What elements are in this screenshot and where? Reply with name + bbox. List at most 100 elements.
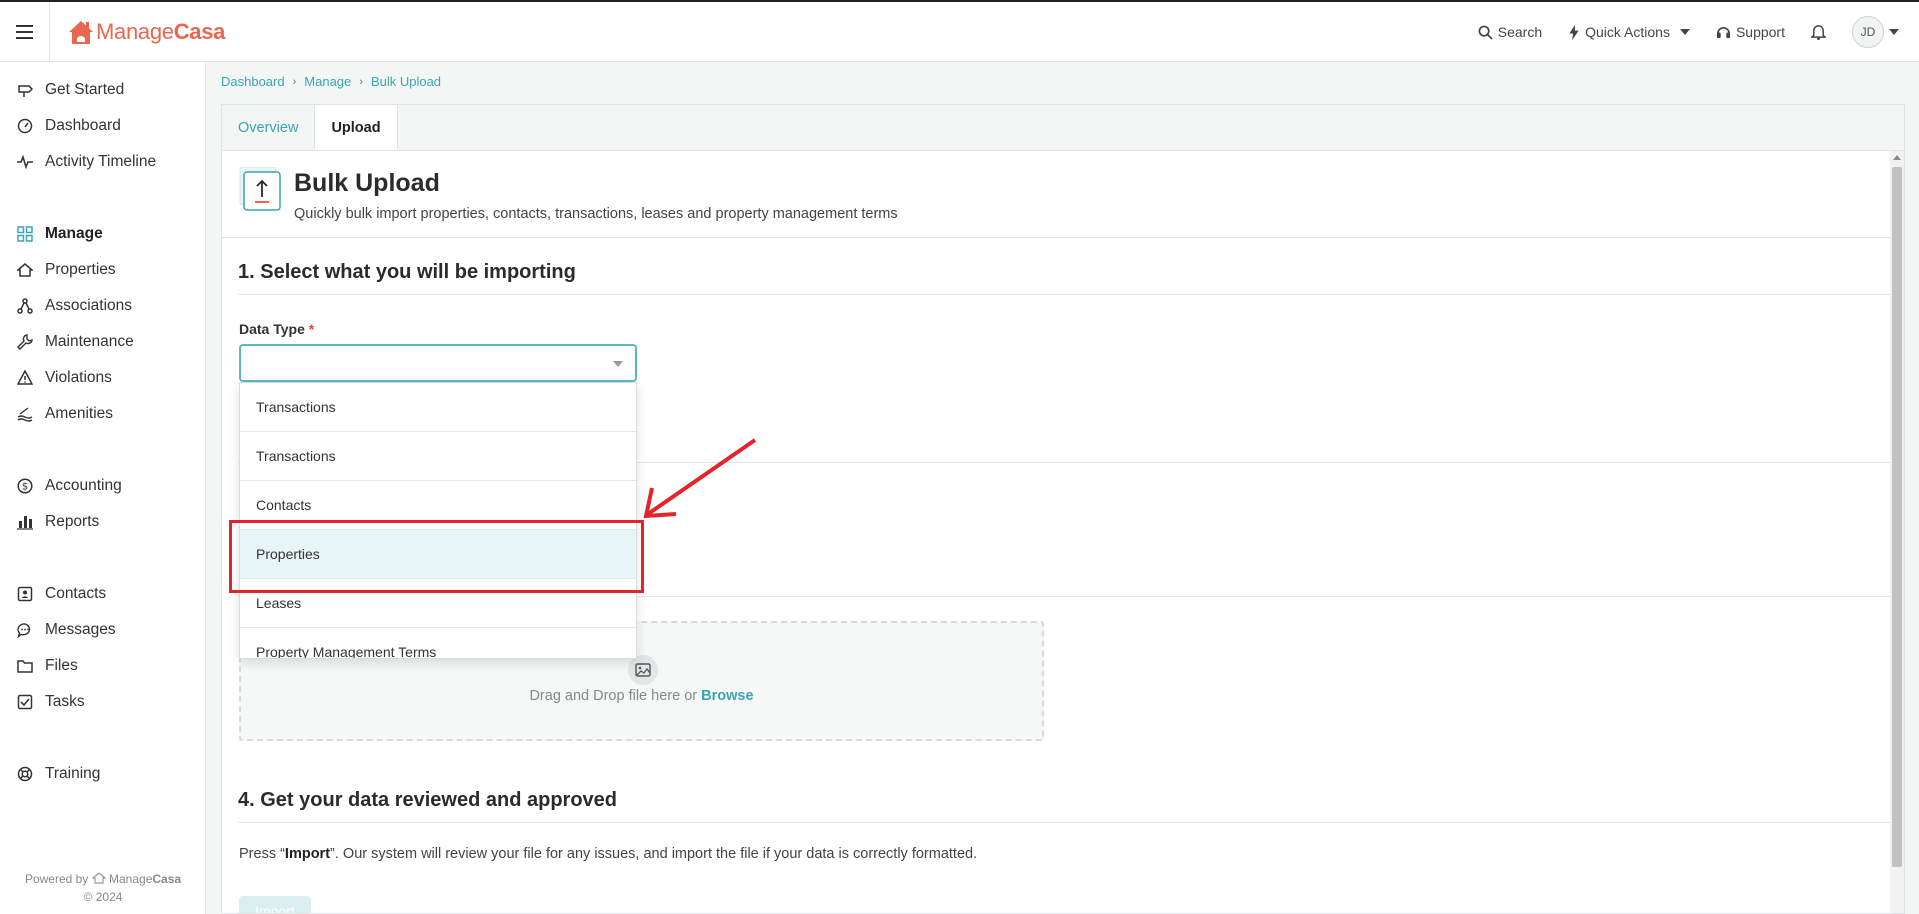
sidebar-item-violations[interactable]: Violations [17,366,112,390]
divider [222,237,1892,238]
avatar: JD [1852,16,1884,48]
svg-text:$: $ [22,482,28,493]
sidebar-item-label: Activity Timeline [45,153,157,170]
breadcrumb-separator: › [359,75,363,88]
sidebar: Get Started Dashboard Activity Timeline … [0,62,206,914]
page-title: Bulk Upload [294,169,440,197]
bell-icon [1811,25,1826,40]
page-subtitle: Quickly bulk import properties, contacts… [294,206,898,222]
house-logo-icon [90,872,107,884]
sidebar-item-label: Contacts [45,585,107,602]
sidebar-item-messages[interactable]: Messages [17,618,116,642]
required-mark: * [308,321,315,337]
powered-by-footer: Powered by ManageCasa © 2024 [0,870,206,906]
sidebar-item-associations[interactable]: Associations [17,294,132,318]
tab-bar: Overview Upload [221,104,1905,151]
pool-icon [17,407,33,422]
grid-icon [17,226,33,242]
option-transactions[interactable]: Transactions [240,432,636,481]
option-transactions[interactable]: Transactions [240,383,636,432]
search-button[interactable]: Search [1478,24,1542,40]
support-button[interactable]: Support [1716,24,1785,40]
menu-toggle-button[interactable] [0,1,50,62]
breadcrumb-separator: › [292,75,297,88]
sidebar-item-maintenance[interactable]: Maintenance [17,330,134,354]
breadcrumb-bulk-upload[interactable]: Bulk Upload [371,74,441,89]
upload-icon [238,166,281,211]
network-icon [17,298,33,314]
sidebar-item-label: Reports [45,513,100,530]
quick-actions-button[interactable]: Quick Actions [1568,24,1690,40]
signpost-icon [18,85,33,97]
sidebar-item-label: Manage [45,225,103,242]
sidebar-item-contacts[interactable]: Contacts [17,582,106,606]
breadcrumb-manage[interactable]: Manage [304,74,351,89]
sidebar-item-reports[interactable]: Reports [17,510,99,534]
dollar-icon: $ [17,478,33,494]
data-type-label: Data Type * [239,321,315,337]
copyright: © 2024 [83,890,123,904]
notifications-button[interactable] [1811,24,1826,40]
sidebar-item-label: Tasks [45,693,85,710]
annotation-highlight-box [229,520,644,593]
powered-by-text: Powered by [24,872,89,886]
sidebar-item-tasks[interactable]: Tasks [17,690,85,714]
wrench-icon [17,334,33,350]
browse-link[interactable]: Browse [701,688,753,704]
sidebar-item-label: Associations [45,297,133,314]
sidebar-item-label: Training [45,765,101,782]
image-icon [628,655,658,685]
step4-title: 4. Get your data reviewed and approved [238,789,618,811]
sidebar-item-label: Dashboard [45,117,121,134]
activity-icon [17,154,33,170]
house-icon [17,263,33,277]
hamburger-icon [16,30,33,33]
sidebar-item-label: Amenities [45,405,114,422]
sidebar-item-properties[interactable]: Properties [17,258,116,282]
scrollbar-thumb[interactable] [1892,167,1902,867]
sidebar-item-label: Get Started [45,81,125,98]
import-button[interactable]: Import [239,896,311,913]
scroll-up-arrow-icon[interactable] [1893,155,1901,160]
sidebar-item-amenities[interactable]: Amenities [17,402,113,426]
sidebar-item-dashboard[interactable]: Dashboard [17,114,121,138]
tab-overview[interactable]: Overview [222,105,314,151]
sidebar-item-label: Properties [45,261,116,278]
powered-brand: ManageCasa [109,872,182,886]
sidebar-item-label: Messages [45,621,116,638]
breadcrumb-dashboard[interactable]: Dashboard [221,74,285,89]
logo[interactable]: ManageCasa [66,18,225,46]
tab-upload[interactable]: Upload [314,105,398,151]
caret-down-icon [1679,29,1690,35]
page-header: Bulk Upload Quickly bulk import properti… [238,166,898,222]
data-type-select[interactable] [239,344,637,382]
sidebar-item-accounting[interactable]: $ Accounting [17,474,122,498]
sidebar-item-activity-timeline[interactable]: Activity Timeline [17,150,156,174]
contact-card-icon [17,586,33,602]
sidebar-item-training[interactable]: Training [17,762,100,786]
sidebar-item-manage[interactable]: Manage [17,222,103,246]
house-logo-icon [69,20,93,44]
step1-title: 1. Select what you will be importing [238,261,576,283]
sidebar-item-get-started[interactable]: Get Started [17,78,124,102]
sidebar-item-label: Files [45,657,78,674]
search-icon [1478,25,1493,40]
checkbox-icon [17,694,33,710]
divider [238,822,1892,823]
review-instructions: Press “Import”. Our system will review y… [239,846,978,862]
sidebar-item-label: Maintenance [45,333,134,350]
caret-down-icon [1889,29,1899,35]
option-property-management-terms[interactable]: Property Management Terms [240,628,636,658]
headset-icon [1716,26,1731,38]
breadcrumb: Dashboard › Manage › Bulk Upload [221,74,441,89]
gauge-icon [17,118,33,134]
logo-text: ManageCasa [96,18,226,44]
quick-actions-label: Quick Actions [1585,24,1670,40]
annotation-arrow-icon [643,438,757,519]
sidebar-item-label: Violations [45,369,112,386]
lightning-icon [1569,24,1579,40]
scrollbar[interactable] [1890,151,1904,913]
user-menu[interactable]: JD [1852,16,1899,48]
bar-chart-icon [17,516,33,530]
sidebar-item-files[interactable]: Files [17,654,78,678]
